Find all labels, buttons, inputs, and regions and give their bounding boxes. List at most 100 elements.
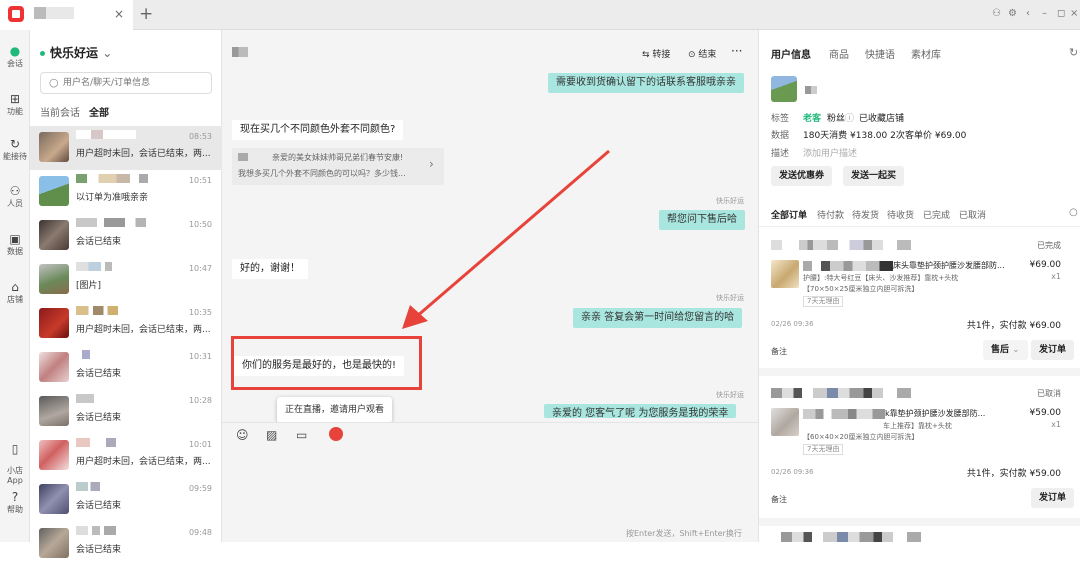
- chat-panel: ⇆ 转接 ⊙ 结束 ··· 需要收到货确认留下的话联系客服哦亲亲 现在买几个不同…: [222, 30, 758, 542]
- store-icon: ⌂: [11, 280, 19, 294]
- chat-icon: ●: [9, 44, 21, 58]
- return-policy-tag: 7天无理由: [803, 296, 844, 307]
- avatar: [39, 440, 69, 470]
- rail-item-reception[interactable]: ↻ 能接待: [0, 137, 30, 162]
- label-data: 数据: [771, 131, 790, 141]
- tab-close-icon[interactable]: ×: [114, 7, 124, 21]
- phone-icon: ▯: [11, 442, 19, 456]
- conversation-item[interactable]: 09:48 会话已结束: [30, 522, 222, 566]
- transfer-button[interactable]: ⇆ 转接: [642, 47, 670, 60]
- tab-quick-replies[interactable]: 快捷语: [865, 46, 895, 61]
- tab-completed[interactable]: 已完成: [923, 208, 950, 221]
- agent-status-dropdown[interactable]: 快乐好运 ⌄: [40, 44, 112, 61]
- tab-products[interactable]: 商品: [829, 46, 849, 61]
- maximize-icon[interactable]: ◻: [1057, 8, 1065, 19]
- product-title: 床头靠垫护颈护腰沙发腰部防...: [803, 260, 1023, 271]
- tab-cancelled[interactable]: 已取消: [959, 208, 986, 221]
- conversation-item[interactable]: 10:47 [图片]: [30, 258, 222, 302]
- avatar: [39, 484, 69, 514]
- tab-materials[interactable]: 素材库: [911, 46, 941, 61]
- divider: [759, 518, 1080, 526]
- order-number-blurred: [781, 532, 921, 542]
- order-status: 已完成: [1037, 241, 1061, 250]
- info-icon[interactable]: ⓘ: [845, 111, 854, 124]
- customer-name-blurred: [76, 482, 100, 491]
- filter-all-sessions[interactable]: 全部: [89, 104, 109, 119]
- conversation-preview: 会话已结束: [76, 369, 122, 379]
- live-invite-icon[interactable]: [329, 427, 343, 441]
- conversation-time: 10:51: [188, 176, 212, 185]
- emoji-icon[interactable]: ☺: [236, 428, 249, 442]
- rail-item-data[interactable]: ▣ 数据: [0, 232, 30, 257]
- conversation-time: 10:28: [188, 396, 212, 405]
- conversation-item[interactable]: 10:50 会话已结束: [30, 214, 222, 258]
- product-price: ¥59.00: [1029, 408, 1062, 418]
- settings-icon[interactable]: ⚙: [1008, 8, 1017, 19]
- conversation-time: 09:48: [188, 528, 212, 537]
- send-order-button[interactable]: 发订单: [1031, 340, 1075, 360]
- conversation-item[interactable]: 10:51 以订单为准哦亲亲: [30, 170, 222, 214]
- conversation-item[interactable]: 08:53 用户超时未回，会话已结束，两...: [30, 126, 222, 170]
- rail-item-function[interactable]: ⊞ 功能: [0, 92, 30, 117]
- search-input[interactable]: [63, 75, 208, 91]
- more-options-icon[interactable]: ···: [731, 44, 742, 58]
- online-dot-icon: [40, 51, 45, 56]
- close-window-icon[interactable]: ×: [1070, 8, 1078, 19]
- image-icon[interactable]: ▨: [266, 428, 277, 442]
- customer-name-blurred: [76, 526, 116, 535]
- customer-name-blurred: [76, 350, 96, 359]
- chat-header: ⇆ 转接 ⊙ 结束 ···: [222, 30, 758, 74]
- conversation-item[interactable]: 10:31 会话已结束: [30, 346, 222, 390]
- conversation-search[interactable]: ○: [40, 72, 212, 94]
- tab-pending-payment[interactable]: 待付款: [817, 208, 844, 221]
- tab-all-orders[interactable]: 全部订单: [771, 208, 807, 221]
- window-tab[interactable]: ×: [0, 0, 133, 30]
- order-number-blurred: [771, 240, 911, 250]
- back-icon[interactable]: ‹: [1026, 8, 1030, 19]
- order-note-link[interactable]: 备注: [771, 494, 787, 505]
- add-description-link[interactable]: 添加用户描述: [803, 146, 857, 159]
- conversation-item[interactable]: 09:59 会话已结束: [30, 478, 222, 522]
- account-icon[interactable]: ⚇: [992, 8, 1001, 19]
- rail-item-chat[interactable]: ● 会话: [0, 44, 30, 69]
- conversation-preview: 会话已结束: [76, 413, 122, 423]
- customer-avatar: [771, 76, 797, 102]
- conversation-time: 08:53: [188, 132, 212, 141]
- rail-item-store[interactable]: ⌂ 店铺: [0, 280, 30, 305]
- rail-item-people[interactable]: ⚇ 人员: [0, 184, 30, 209]
- tab-pending-shipment[interactable]: 待发货: [852, 208, 879, 221]
- rail-label: 小店 App: [7, 466, 23, 485]
- avatar: [39, 308, 69, 338]
- product-title-text: k靠垫护颈护腰沙发腰部防...: [885, 409, 986, 418]
- conversation-item[interactable]: 10:28 会话已结束: [30, 390, 222, 434]
- composer-toolbar: ☺ ▨ ▭: [222, 422, 758, 442]
- send-order-button[interactable]: 发订单: [1031, 488, 1075, 508]
- minimize-icon[interactable]: –: [1042, 8, 1047, 19]
- customer-name-blurred: [76, 306, 118, 315]
- folder-icon[interactable]: ▭: [296, 428, 307, 442]
- order-search-icon[interactable]: ○: [1069, 207, 1078, 218]
- tab-pending-receipt[interactable]: 待收货: [887, 208, 914, 221]
- avatar: [39, 220, 69, 250]
- after-sales-button[interactable]: 售后 ⌄: [983, 340, 1028, 360]
- message-bubble-in: 现在买几个不同颜色外套不同颜色?: [232, 120, 404, 140]
- send-coupon-button[interactable]: 发送优惠券: [771, 166, 833, 186]
- filter-current-sessions[interactable]: 当前会话: [40, 104, 80, 119]
- after-sales-label: 售后: [991, 345, 1010, 355]
- conversation-item[interactable]: 10:35 用户超时未回，会话已结束，两...: [30, 302, 222, 346]
- add-tab-icon[interactable]: +: [139, 4, 153, 24]
- conversation-time: 10:01: [188, 440, 212, 449]
- rail-item-app[interactable]: ▯ 小店 App: [0, 432, 30, 486]
- send-group-buy-button[interactable]: 发送一起买: [843, 166, 905, 186]
- order-card: 已完成 床头靠垫护颈护腰沙发腰部防... ¥69.00 x1 护腰】:特大号红豆…: [759, 230, 1075, 366]
- conversation-item[interactable]: 10:01 用户超时未回，会话已结束，两...: [30, 434, 222, 478]
- live-invite-tooltip: 正在直播，邀请用户观看: [277, 397, 393, 423]
- refresh-icon[interactable]: ↻: [1069, 46, 1078, 59]
- end-session-button[interactable]: ⊙ 结束: [688, 47, 716, 60]
- conversation-preview: 会话已结束: [76, 237, 122, 247]
- rail-item-help[interactable]: ? 帮助: [0, 490, 30, 515]
- tab-user-info[interactable]: 用户信息: [771, 46, 811, 61]
- customer-name-blurred: [76, 130, 136, 139]
- conversation-list-panel: 快乐好运 ⌄ ○ 当前会话 全部 08:53 用户超时未回，会话已结束，两...…: [30, 30, 222, 558]
- order-note-link[interactable]: 备注: [771, 346, 787, 357]
